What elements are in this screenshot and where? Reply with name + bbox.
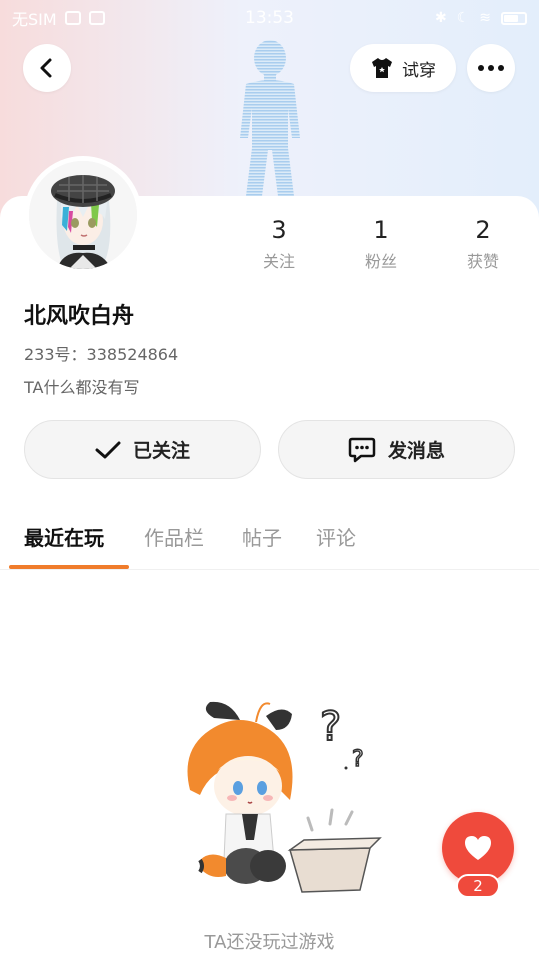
dnd-moon-icon: ☾ — [456, 10, 470, 26]
stat-label: 获赞 — [466, 252, 499, 271]
bluetooth-icon: ✱ — [434, 10, 447, 26]
tab-recently-played[interactable]: 最近在玩 — [24, 522, 104, 551]
back-button[interactable] — [23, 44, 71, 92]
tab-posts[interactable]: 帖子 — [242, 522, 282, 551]
wifi-icon: ≋ — [479, 10, 491, 26]
profile-tabs: 最近在玩 作品栏 帖子 评论 — [0, 520, 539, 570]
tshirt-icon — [372, 58, 392, 78]
heart-icon — [465, 836, 491, 860]
empty-state-text: TA还没玩过游戏 — [204, 932, 335, 953]
status-right: ✱ ☾ ≋ — [435, 10, 527, 26]
svg-text:?: ? — [352, 747, 364, 772]
stat-following[interactable]: 3 关注 — [228, 214, 330, 272]
notification-icon — [64, 11, 81, 25]
carrier-text: 无SIM — [12, 10, 57, 29]
followed-label: 已关注 — [132, 440, 190, 462]
try-on-button[interactable]: 试穿 — [350, 44, 456, 92]
avatar[interactable] — [24, 156, 142, 274]
active-tab-indicator — [9, 565, 129, 569]
stat-value: 3 — [271, 216, 287, 244]
send-message-button[interactable]: 发消息 — [278, 420, 515, 479]
try-on-label: 试穿 — [402, 60, 436, 81]
avatar-image — [29, 161, 137, 269]
checkmark-icon — [95, 441, 121, 458]
stat-likes[interactable]: 2 获赞 — [432, 214, 534, 272]
more-options-button[interactable] — [467, 44, 515, 92]
tab-works[interactable]: 作品栏 — [144, 522, 204, 551]
status-left: 无SIM — [12, 6, 105, 30]
tab-comments[interactable]: 评论 — [316, 522, 356, 551]
stat-value: 1 — [373, 216, 389, 244]
svg-text:?: ? — [320, 704, 341, 750]
send-message-label: 发消息 — [387, 440, 445, 462]
chat-bubble-icon — [348, 437, 376, 462]
user-id: 233号：338524864 — [24, 345, 179, 364]
stat-value: 2 — [475, 216, 491, 244]
username: 北风吹白舟 — [24, 304, 135, 329]
dressup-figure-silhouette — [240, 40, 300, 196]
empty-state-illustration: ? ? — [187, 701, 382, 893]
user-bio: TA什么都没有写 — [24, 378, 140, 397]
status-bar: 无SIM 13:53 ✱ ☾ ≋ — [0, 0, 539, 36]
followed-button[interactable]: 已关注 — [24, 420, 261, 479]
battery-icon — [501, 11, 527, 25]
more-dots-icon — [478, 65, 504, 71]
like-count-badge: 2 — [456, 874, 500, 898]
stat-label: 关注 — [262, 252, 295, 271]
anime-girl-avatar-illustration — [29, 161, 137, 269]
chevron-left-icon — [40, 58, 52, 78]
stat-label: 粉丝 — [364, 252, 397, 271]
app-notification-icon — [88, 11, 105, 25]
profile-stats: 3 关注 1 粉丝 2 获赞 — [228, 214, 534, 272]
stat-followers[interactable]: 1 粉丝 — [330, 214, 432, 272]
